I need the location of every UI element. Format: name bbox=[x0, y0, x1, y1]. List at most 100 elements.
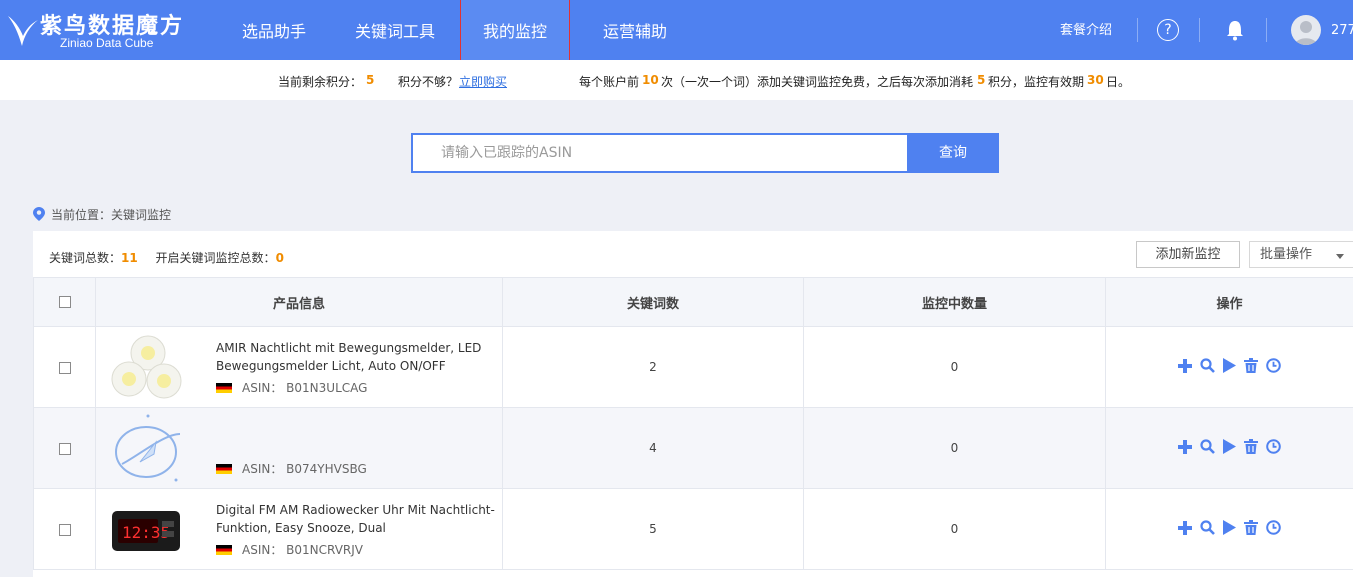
not-enough-text: 积分不够？ bbox=[398, 75, 459, 89]
table-row: ASIN： B074YHVSBG 4 0 bbox=[33, 407, 1353, 489]
points-info-bar: 当前剩余积分： 5 积分不够？ 立即购买 每个账户前 10 次（一次一个词）添加… bbox=[0, 60, 1353, 100]
monitor-table: 产品信息 关键词数 监控中数量 操作 AMIR Nachtlicht mit B… bbox=[33, 277, 1353, 570]
product-info: 12:35 Digital FM AM Radiowecker Uhr Mit … bbox=[96, 489, 502, 569]
row-operations bbox=[1178, 439, 1281, 457]
product-info: AMIR Nachtlicht mit Bewegungsmelder, LED… bbox=[96, 327, 502, 407]
asin-search-input[interactable] bbox=[413, 135, 909, 171]
rule-text-3: 积分，监控有效期 bbox=[988, 75, 1085, 89]
user-name[interactable]: 277 bbox=[1331, 0, 1353, 60]
keyword-count-cell: 2 bbox=[502, 326, 804, 408]
table-row: 12:35 Digital FM AM Radiowecker Uhr Mit … bbox=[33, 488, 1353, 570]
location-pin-icon bbox=[33, 207, 45, 221]
cost-value: 5 bbox=[977, 73, 986, 87]
germany-flag-icon bbox=[216, 464, 232, 474]
clock-icon[interactable] bbox=[1266, 439, 1281, 457]
days-value: 30 bbox=[1087, 73, 1104, 87]
select-all-checkbox[interactable] bbox=[58, 296, 71, 308]
germany-flag-icon bbox=[216, 545, 232, 555]
breadcrumb: 当前位置：关键词监控 bbox=[33, 206, 171, 223]
chevron-down-icon bbox=[1336, 254, 1344, 259]
row-operations bbox=[1178, 358, 1281, 376]
user-avatar-icon bbox=[1295, 21, 1317, 45]
search-icon[interactable] bbox=[1200, 439, 1215, 457]
asin-value: B01NCRVRJV bbox=[286, 543, 364, 557]
nav-divider bbox=[1199, 18, 1200, 42]
monitoring-count-cell: 0 bbox=[803, 488, 1106, 570]
monitoring-count-cell: 0 bbox=[803, 407, 1106, 489]
monitoring-count-cell: 0 bbox=[803, 326, 1106, 408]
header-monitoring-count: 监控中数量 bbox=[803, 277, 1106, 327]
batch-operation-label: 批量操作 bbox=[1260, 247, 1313, 262]
batch-operation-dropdown[interactable]: 批量操作 bbox=[1249, 241, 1353, 268]
keyword-total-label: 关键词总数： bbox=[49, 251, 122, 265]
points-label: 当前剩余积分： bbox=[278, 75, 363, 89]
header-product-info: 产品信息 bbox=[95, 277, 503, 327]
asin-value: B074YHVSBG bbox=[286, 462, 367, 476]
clock-icon[interactable] bbox=[1266, 520, 1281, 538]
trash-icon[interactable] bbox=[1244, 439, 1258, 457]
search-button[interactable]: 查询 bbox=[907, 133, 999, 173]
play-icon[interactable] bbox=[1223, 439, 1236, 457]
nav-item-product-selection[interactable]: 选品助手 bbox=[224, 0, 324, 60]
buy-now-link[interactable]: 立即购买 bbox=[459, 73, 507, 90]
product-info: ASIN： B074YHVSBG bbox=[96, 408, 502, 488]
points-value: 5 bbox=[366, 73, 375, 87]
add-monitor-button[interactable]: 添加新监控 bbox=[1136, 241, 1240, 268]
alarm-clock-product-image[interactable]: 12:35 bbox=[108, 495, 184, 563]
monitor-panel: 关键词总数：11 开启关键词监控总数：0 添加新监控 批量操作 产品信息 关键词… bbox=[33, 231, 1353, 577]
rule-text-1: 每个账户前 bbox=[579, 75, 640, 89]
search-icon[interactable] bbox=[1200, 358, 1215, 376]
header-operations: 操作 bbox=[1105, 277, 1353, 327]
bird-logo-icon bbox=[8, 16, 38, 46]
nav-divider bbox=[1137, 18, 1138, 42]
help-icon[interactable]: ? bbox=[1157, 19, 1179, 41]
led-lights-product-image[interactable] bbox=[108, 333, 184, 401]
bell-icon[interactable] bbox=[1225, 19, 1245, 41]
keyword-total-value: 11 bbox=[121, 251, 138, 265]
keyword-count-cell: 5 bbox=[502, 488, 804, 570]
search-box bbox=[411, 133, 909, 173]
enabled-total-value: 0 bbox=[275, 251, 284, 265]
free-count: 10 bbox=[642, 73, 659, 87]
logo[interactable]: 紫鸟数据魔方 Ziniao Data Cube bbox=[0, 6, 200, 54]
search-icon[interactable] bbox=[1200, 520, 1215, 538]
asin-value: B01N3ULCAG bbox=[286, 381, 368, 395]
product-asin: ASIN： B074YHVSBG bbox=[216, 460, 367, 477]
stats-line: 关键词总数：11 开启关键词监控总数：0 bbox=[49, 249, 284, 266]
play-icon[interactable] bbox=[1223, 358, 1236, 376]
header-keyword-count: 关键词数 bbox=[502, 277, 804, 327]
keyword-count-cell: 4 bbox=[502, 407, 804, 489]
nav-item-my-monitoring[interactable]: 我的监控 bbox=[460, 0, 570, 61]
top-navbar: 紫鸟数据魔方 Ziniao Data Cube 选品助手 关键词工具 我的监控 … bbox=[0, 0, 1353, 61]
trash-icon[interactable] bbox=[1244, 520, 1258, 538]
row-operations bbox=[1178, 520, 1281, 538]
rule-text-4: 日。 bbox=[1106, 75, 1131, 89]
row-checkbox[interactable] bbox=[58, 361, 71, 374]
product-asin: ASIN： B01N3ULCAG bbox=[216, 379, 367, 396]
plus-icon[interactable] bbox=[1178, 358, 1192, 376]
enabled-total-label: 开启关键词监控总数： bbox=[155, 251, 276, 265]
table-row: AMIR Nachtlicht mit Bewegungsmelder, LED… bbox=[33, 326, 1353, 408]
germany-flag-icon bbox=[216, 383, 232, 393]
select-all-cell bbox=[33, 277, 96, 327]
package-intro-link[interactable]: 套餐介绍 bbox=[1060, 0, 1112, 60]
nav-divider bbox=[1266, 18, 1267, 42]
play-icon[interactable] bbox=[1223, 520, 1236, 538]
plus-icon[interactable] bbox=[1178, 520, 1192, 538]
breadcrumb-text: 当前位置：关键词监控 bbox=[51, 208, 172, 222]
clock-icon[interactable] bbox=[1266, 358, 1281, 376]
nav-item-keyword-tools[interactable]: 关键词工具 bbox=[344, 0, 446, 60]
table-header-row: 产品信息 关键词数 监控中数量 操作 bbox=[33, 277, 1353, 327]
product-title[interactable]: Digital FM AM Radiowecker Uhr Mit Nachtl… bbox=[216, 501, 496, 537]
row-checkbox[interactable] bbox=[58, 523, 71, 536]
avatar[interactable] bbox=[1291, 15, 1321, 45]
row-checkbox[interactable] bbox=[58, 442, 71, 455]
trash-icon[interactable] bbox=[1244, 358, 1258, 376]
nav-item-operation-assist[interactable]: 运营辅助 bbox=[590, 0, 680, 60]
rule-text-2: 次（一次一个词）添加关键词监控免费，之后每次添加消耗 bbox=[661, 75, 974, 89]
product-title[interactable]: AMIR Nachtlicht mit Bewegungsmelder, LED… bbox=[216, 339, 496, 375]
rocket-placeholder-image[interactable] bbox=[108, 414, 184, 482]
product-asin: ASIN： B01NCRVRJV bbox=[216, 541, 363, 558]
plus-icon[interactable] bbox=[1178, 439, 1192, 457]
logo-subtitle: Ziniao Data Cube bbox=[60, 36, 154, 50]
